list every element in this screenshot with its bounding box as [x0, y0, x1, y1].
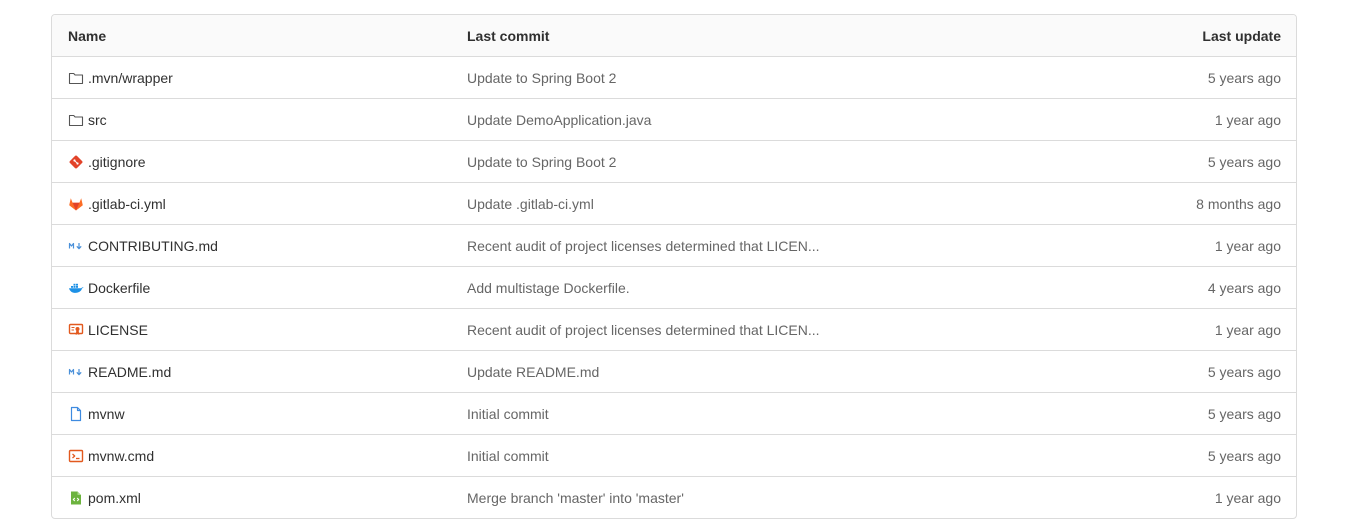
last-update-time: 1 year ago	[1214, 489, 1281, 506]
commit-message-link[interactable]: Recent audit of project licenses determi…	[467, 238, 1076, 254]
commit-message-link[interactable]: Initial commit	[467, 448, 1076, 464]
git-icon	[68, 154, 84, 170]
header-last-commit: Last commit	[467, 27, 550, 44]
file-name-link[interactable]: .gitignore	[88, 154, 146, 170]
file-name-cell: .gitignore	[52, 154, 467, 170]
file-name-cell: mvnw	[52, 406, 467, 422]
commit-message-link[interactable]: Update to Spring Boot 2	[467, 154, 1076, 170]
last-update-time: 1 year ago	[1214, 237, 1281, 254]
table-row[interactable]: .mvn/wrapper Update to Spring Boot 2 5 y…	[52, 57, 1296, 99]
commit-message-link[interactable]: Update DemoApplication.java	[467, 112, 1076, 128]
file-icon	[68, 406, 84, 422]
last-update-time: 1 year ago	[1214, 321, 1281, 338]
last-update-time: 5 years ago	[1207, 69, 1281, 86]
file-name-cell: .gitlab-ci.yml	[52, 196, 467, 212]
last-update-time: 5 years ago	[1207, 363, 1281, 380]
file-name-cell: pom.xml	[52, 490, 467, 506]
file-name-cell: src	[52, 112, 467, 128]
folder-icon	[68, 70, 84, 86]
file-name-link[interactable]: CONTRIBUTING.md	[88, 238, 218, 254]
table-row[interactable]: README.md Update README.md 5 years ago	[52, 351, 1296, 393]
commit-message-link[interactable]: Add multistage Dockerfile.	[467, 280, 1076, 296]
file-name-cell: CONTRIBUTING.md	[52, 238, 467, 254]
file-name-cell: .mvn/wrapper	[52, 70, 467, 86]
last-update-time: 5 years ago	[1207, 405, 1281, 422]
commit-message-link[interactable]: Initial commit	[467, 406, 1076, 422]
gitlab-icon	[68, 196, 84, 212]
table-row[interactable]: mvnw Initial commit 5 years ago	[52, 393, 1296, 435]
commit-message-link[interactable]: Recent audit of project licenses determi…	[467, 322, 1076, 338]
file-name-link[interactable]: .mvn/wrapper	[88, 70, 173, 86]
commit-message-link[interactable]: Update README.md	[467, 364, 1076, 380]
file-name-link[interactable]: README.md	[88, 364, 171, 380]
file-name-link[interactable]: Dockerfile	[88, 280, 150, 296]
file-name-link[interactable]: src	[88, 112, 107, 128]
last-update-time: 4 years ago	[1207, 279, 1281, 296]
table-row[interactable]: CONTRIBUTING.md Recent audit of project …	[52, 225, 1296, 267]
table-row[interactable]: Dockerfile Add multistage Dockerfile. 4 …	[52, 267, 1296, 309]
file-name-link[interactable]: pom.xml	[88, 490, 141, 506]
commit-message-link[interactable]: Update to Spring Boot 2	[467, 70, 1076, 86]
file-tree-table: Name Last commit Last update .mvn/wrappe…	[51, 14, 1297, 519]
file-name-cell: README.md	[52, 364, 467, 380]
table-row[interactable]: mvnw.cmd Initial commit 5 years ago	[52, 435, 1296, 477]
markdown-icon	[68, 238, 84, 254]
last-update-time: 8 months ago	[1196, 195, 1281, 212]
docker-icon	[68, 280, 84, 296]
last-update-time: 5 years ago	[1207, 153, 1281, 170]
terminal-icon	[68, 448, 84, 464]
file-name-link[interactable]: mvnw	[88, 406, 125, 422]
markdown-icon	[68, 364, 84, 380]
last-update-time: 5 years ago	[1207, 447, 1281, 464]
file-name-cell: mvnw.cmd	[52, 448, 467, 464]
last-update-time: 1 year ago	[1214, 111, 1281, 128]
file-name-cell: LICENSE	[52, 322, 467, 338]
file-name-link[interactable]: LICENSE	[88, 322, 148, 338]
table-row[interactable]: src Update DemoApplication.java 1 year a…	[52, 99, 1296, 141]
xml-file-icon	[68, 490, 84, 506]
table-row[interactable]: .gitignore Update to Spring Boot 2 5 yea…	[52, 141, 1296, 183]
table-header: Name Last commit Last update	[52, 15, 1296, 57]
header-last-update: Last update	[1202, 27, 1281, 44]
commit-message-link[interactable]: Merge branch 'master' into 'master'	[467, 490, 1076, 506]
file-name-cell: Dockerfile	[52, 280, 467, 296]
header-name: Name	[68, 27, 107, 44]
file-name-link[interactable]: mvnw.cmd	[88, 448, 154, 464]
commit-message-link[interactable]: Update .gitlab-ci.yml	[467, 196, 1076, 212]
table-row[interactable]: .gitlab-ci.yml Update .gitlab-ci.yml 8 m…	[52, 183, 1296, 225]
table-row[interactable]: LICENSE Recent audit of project licenses…	[52, 309, 1296, 351]
license-icon	[68, 322, 84, 338]
file-name-link[interactable]: .gitlab-ci.yml	[88, 196, 166, 212]
folder-icon	[68, 112, 84, 128]
table-row[interactable]: pom.xml Merge branch 'master' into 'mast…	[52, 477, 1296, 518]
